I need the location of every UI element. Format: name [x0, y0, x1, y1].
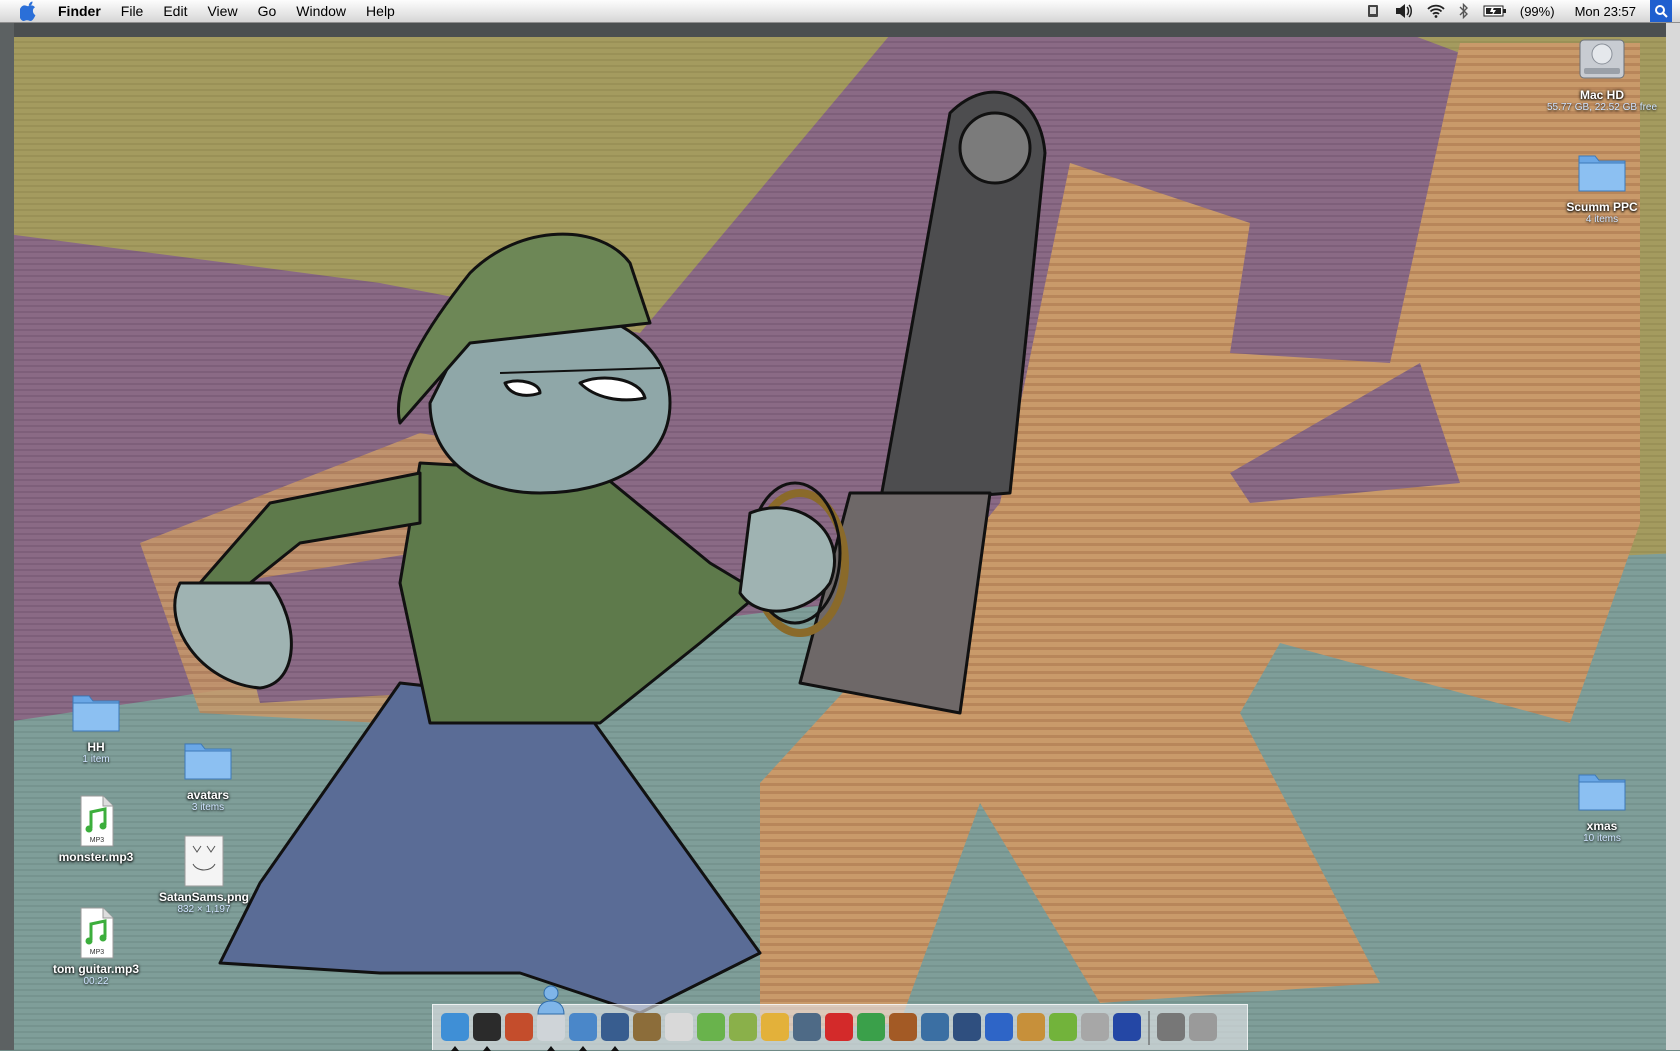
mp3-badge: MP3	[90, 949, 105, 956]
trash-icon	[1189, 1012, 1217, 1041]
graphics-icon	[1049, 1012, 1077, 1041]
dock-mail-stamp[interactable]	[505, 1012, 533, 1043]
mp3-file-icon: MP3	[80, 795, 114, 847]
apple-app-icon	[1081, 1012, 1109, 1041]
folder-icon	[72, 695, 120, 732]
dock-guitar[interactable]	[889, 1012, 917, 1043]
bird-icon	[1113, 1012, 1141, 1041]
battery-percent: (99%)	[1519, 3, 1555, 19]
dock-graphics[interactable]	[1049, 1012, 1077, 1043]
dragged-user-icon[interactable]	[534, 982, 568, 1016]
desktop-icon-label: Mac HD	[1579, 88, 1624, 102]
dock-apple-app[interactable]	[1081, 1012, 1109, 1043]
menu-window[interactable]: Window	[286, 0, 356, 22]
archive-icon	[633, 1012, 661, 1041]
mp3-badge: MP3	[90, 837, 105, 844]
dock-itunes[interactable]	[697, 1012, 725, 1043]
iphoto-icon	[921, 1012, 949, 1041]
finder-icon	[441, 1012, 469, 1041]
dock-iphoto[interactable]	[921, 1012, 949, 1043]
dock-blank[interactable]	[537, 1012, 565, 1051]
dock-flash[interactable]	[825, 1012, 853, 1043]
dock-photo[interactable]	[1017, 1012, 1045, 1043]
desktop-icon-info: 55.77 GB, 22.52 GB free	[1546, 102, 1658, 113]
sync-icon[interactable]	[1365, 3, 1381, 19]
wifi-icon[interactable]	[1427, 4, 1445, 18]
desktop-icon-scumm-ppc[interactable]: Scumm PPC 4 items	[1532, 144, 1672, 225]
menu-clock[interactable]: Mon 23:57	[1575, 4, 1636, 19]
address-book-icon	[601, 1012, 629, 1041]
image-file-icon	[184, 835, 224, 887]
desktop-icon-info: 4 items	[1585, 214, 1619, 225]
dock-dreamweaver[interactable]	[857, 1012, 885, 1043]
dock-address-book[interactable]	[601, 1012, 629, 1051]
dock-dashboard[interactable]	[473, 1012, 501, 1051]
dock-bird[interactable]	[1113, 1012, 1141, 1043]
desktop-icon-info: 00:22	[83, 976, 109, 987]
dock-finder[interactable]	[441, 1012, 469, 1051]
mp3-file-icon: MP3	[80, 907, 114, 959]
script-icon	[761, 1012, 789, 1041]
menu-view[interactable]: View	[197, 0, 247, 22]
desktop-icon-info: 10 items	[1583, 833, 1621, 844]
dock-script[interactable]	[761, 1012, 789, 1043]
mail-stamp-icon	[505, 1012, 533, 1041]
desktop-icon-label: Scumm PPC	[1566, 200, 1638, 214]
bluetooth-icon[interactable]	[1459, 3, 1469, 19]
battery-icon[interactable]	[1483, 5, 1507, 17]
folder-icon	[1578, 774, 1626, 811]
dock-textedit[interactable]	[729, 1012, 757, 1043]
dock-imovie[interactable]	[953, 1012, 981, 1043]
dreamweaver-icon	[857, 1012, 885, 1041]
desktop-icon-label: xmas	[1586, 819, 1618, 833]
dock-archive[interactable]	[633, 1012, 661, 1043]
volume-icon[interactable]	[1395, 3, 1413, 19]
menu-go[interactable]: Go	[248, 0, 287, 22]
menu-file[interactable]: File	[111, 0, 154, 22]
photo-icon	[1017, 1012, 1045, 1041]
status-area: (99%) Mon 23:57	[1358, 0, 1680, 22]
desktop-icon-label: SatanSams.png	[158, 890, 250, 904]
hard-drive-icon	[1579, 39, 1625, 79]
preview-icon	[665, 1012, 693, 1041]
system-monitor-icon	[1157, 1012, 1185, 1041]
spotlight-icon[interactable]	[1650, 0, 1672, 22]
apple-icon[interactable]	[18, 0, 40, 22]
dock-pen[interactable]	[793, 1012, 821, 1043]
pen-icon	[793, 1012, 821, 1041]
imovie-icon	[953, 1012, 981, 1041]
desktop-icon-label: tom guitar.mp3	[52, 962, 139, 976]
desktop-icon-mac-hd[interactable]: Mac HD 55.77 GB, 22.52 GB free	[1532, 32, 1672, 113]
dashboard-icon	[473, 1012, 501, 1041]
folder-icon	[1578, 155, 1626, 192]
dock-preview[interactable]	[665, 1012, 693, 1043]
guitar-icon	[889, 1012, 917, 1041]
dock-safari[interactable]	[569, 1012, 597, 1051]
textedit-icon	[729, 1012, 757, 1041]
desktop-icon-xmas[interactable]: xmas 10 items	[1532, 763, 1672, 844]
wallpaper-frame-top	[0, 23, 1680, 37]
menu-app-finder[interactable]: Finder	[52, 0, 111, 22]
dock-separator	[1148, 1010, 1150, 1045]
menu-help[interactable]: Help	[356, 0, 405, 22]
folder-icon	[184, 743, 232, 780]
safari-icon	[569, 1012, 597, 1041]
dock-system-monitor[interactable]	[1157, 1012, 1185, 1043]
blank-icon	[537, 1012, 565, 1041]
flash-icon	[825, 1012, 853, 1041]
menu-edit[interactable]: Edit	[153, 0, 197, 22]
desktop-icon-tom-guitar-mp3[interactable]: MP3 tom guitar.mp3 00:22	[26, 906, 166, 987]
dock-word[interactable]	[985, 1012, 1013, 1043]
menu-bar: Finder File Edit View Go Window Help (99…	[0, 0, 1680, 23]
word-icon	[985, 1012, 1013, 1041]
desktop-icon-satansams-png[interactable]: SatanSams.png 832 × 1,197	[134, 834, 274, 915]
itunes-icon	[697, 1012, 725, 1041]
wallpaper-frame-left	[0, 23, 14, 1050]
dock-trash[interactable]	[1189, 1012, 1217, 1043]
